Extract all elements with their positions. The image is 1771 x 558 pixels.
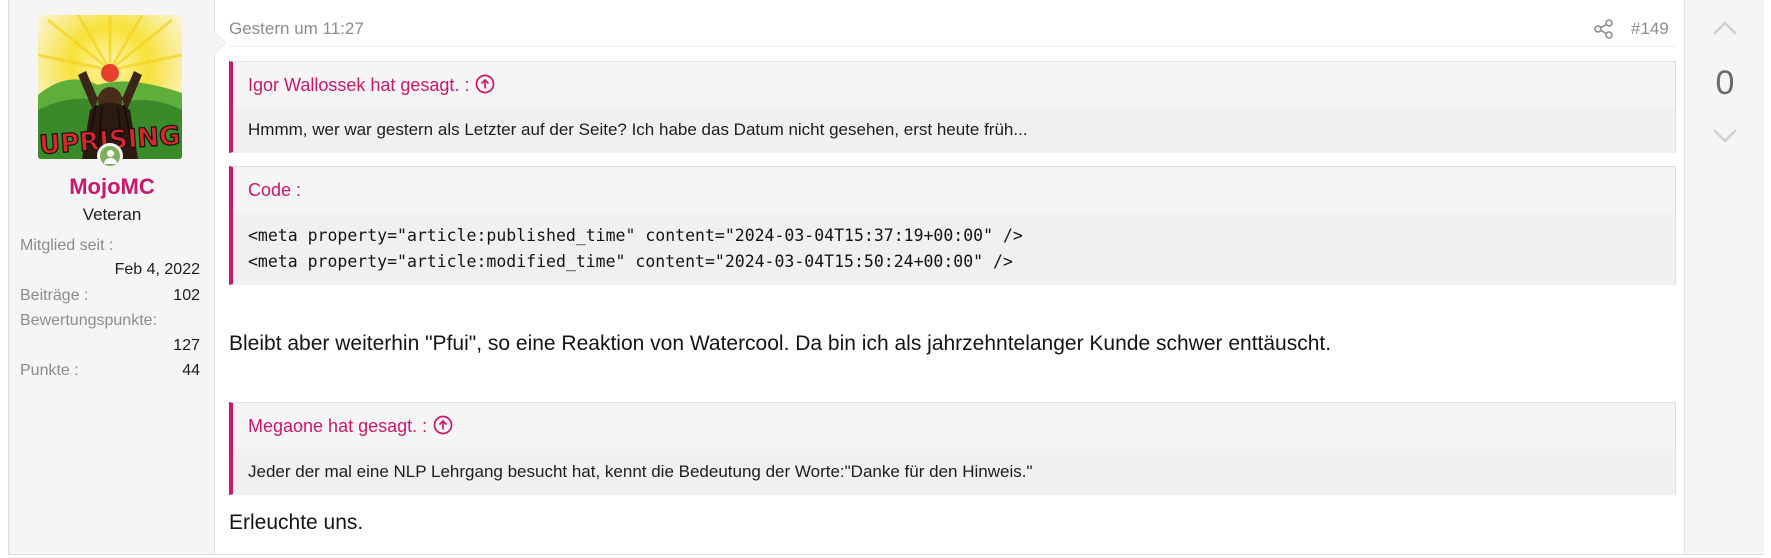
- forum-post: UPRISING MojoMC Veteran Mitglied seit : …: [8, 0, 1764, 555]
- online-status-icon: [97, 143, 123, 169]
- post-body-text: Erleuchte uns.: [229, 511, 364, 534]
- post-date[interactable]: Gestern um 11:27: [229, 19, 364, 39]
- code-line: <meta property="article:modified_time" c…: [248, 252, 1013, 271]
- post-main: Gestern um 11:27 #149 Igor Wallossek hat…: [215, 0, 1684, 554]
- share-icon[interactable]: [1593, 18, 1615, 40]
- quote-author-label[interactable]: Igor Wallossek hat gesagt. :: [248, 75, 469, 95]
- stat-value-reactions: 127: [173, 337, 200, 354]
- quote-author-label[interactable]: Megaone hat gesagt. :: [248, 416, 427, 436]
- username[interactable]: MojoMC: [9, 174, 215, 200]
- quote-attribution[interactable]: Igor Wallossek hat gesagt. :: [248, 74, 495, 96]
- stat-label-member-since: Mitglied seit :: [20, 237, 114, 254]
- user-title: Veteran: [82, 205, 142, 224]
- quote-content: Hmmm, wer war gestern als Letzter auf de…: [233, 108, 1675, 153]
- code-block-title: Code :: [248, 180, 302, 200]
- arrow-up-circle-icon[interactable]: [433, 415, 453, 435]
- user-sidebar: UPRISING MojoMC Veteran Mitglied seit : …: [9, 0, 226, 554]
- quote-text: Jeder der mal eine NLP Lehrgang besucht …: [248, 462, 1033, 481]
- arrow-up-circle-icon[interactable]: [475, 74, 495, 94]
- code-block: Code : <meta property="article:published…: [229, 166, 1676, 285]
- quote-attribution[interactable]: Megaone hat gesagt. :: [248, 415, 453, 437]
- stat-label-posts: Beiträge :: [20, 287, 89, 304]
- chevron-down-icon[interactable]: [1711, 126, 1739, 146]
- header-divider: [229, 46, 1676, 47]
- stat-value-posts[interactable]: 102: [173, 287, 200, 305]
- post-number-link[interactable]: #149: [1631, 19, 1669, 39]
- stat-value-member-since: Feb 4, 2022: [114, 261, 200, 278]
- vote-count: 0: [1715, 64, 1735, 102]
- stat-label-points: Punkte :: [20, 362, 79, 379]
- code-line: <meta property="article:published_time" …: [248, 226, 1023, 245]
- quote-block: Igor Wallossek hat gesagt. : Hmmm, wer w…: [229, 61, 1676, 153]
- stat-value-points[interactable]: 44: [182, 362, 200, 380]
- code-content[interactable]: <meta property="article:published_time" …: [233, 213, 1675, 285]
- stat-label-reactions: Bewertungspunkte:: [20, 312, 157, 329]
- quote-text: Hmmm, wer war gestern als Letzter auf de…: [248, 120, 1028, 139]
- quote-block: Megaone hat gesagt. : Jeder der mal eine…: [229, 402, 1676, 495]
- chevron-up-icon[interactable]: [1711, 18, 1739, 38]
- post-body-text: Bleibt aber weiterhin "Pfui", so eine Re…: [229, 332, 1332, 355]
- quote-content: Jeder der mal eine NLP Lehrgang besucht …: [233, 449, 1675, 495]
- avatar[interactable]: UPRISING: [38, 15, 182, 159]
- vote-sidebar: 0: [1684, 0, 1764, 554]
